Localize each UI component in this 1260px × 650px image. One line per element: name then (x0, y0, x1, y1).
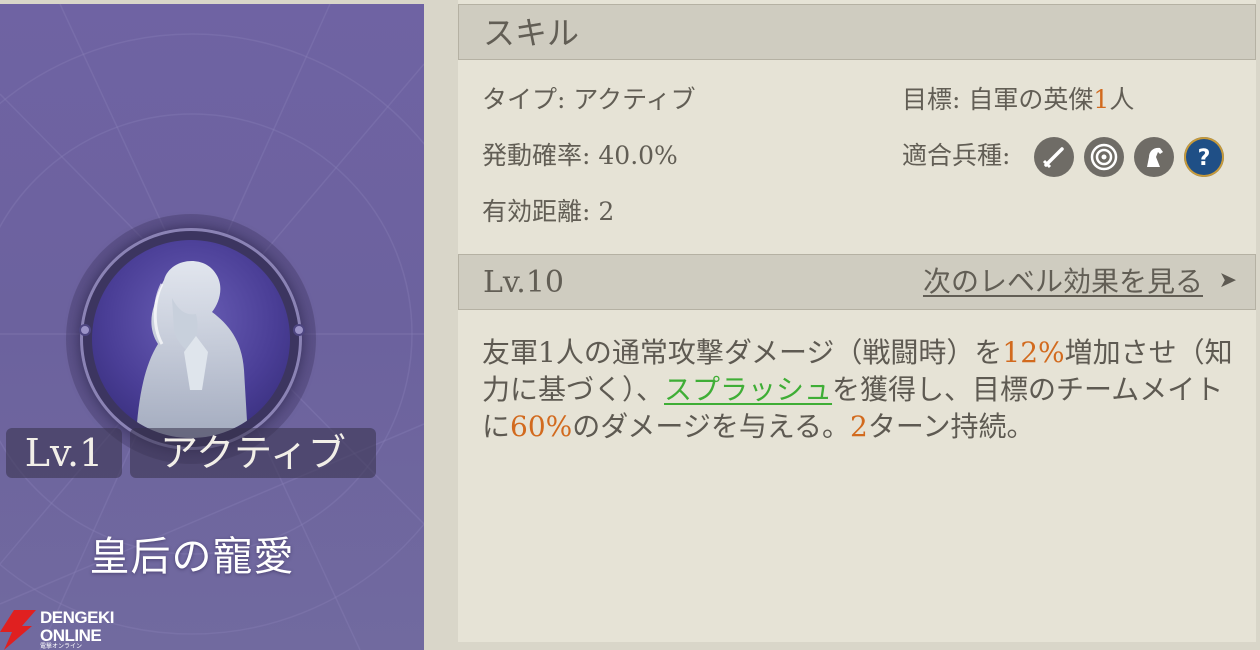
stat-target-value: 自軍の英傑1人 (968, 85, 1135, 114)
chevron-right-icon[interactable]: ➤ (1219, 268, 1237, 293)
logo-text-kana: 電撃オンライン (40, 644, 83, 650)
duration-turns-value: 2 (850, 410, 868, 443)
splash-keyword-link[interactable]: スプラッシュ (664, 373, 832, 406)
emblem-ornament-left (79, 324, 91, 336)
target-icon[interactable] (1084, 137, 1124, 177)
logo-text-dengeki: DENGEKI (40, 608, 114, 627)
stat-effective-range: 有効距離: 2 (482, 196, 614, 228)
level-effect-title: Lv.10 (483, 265, 565, 300)
skill-level-badge: Lv.1 (6, 428, 122, 478)
skill-emblem (92, 240, 290, 438)
stat-target-label: 目標: (902, 85, 961, 114)
skill-name: 皇后の寵愛 (89, 534, 295, 580)
lightning-bolt-icon (0, 610, 36, 650)
skill-card: Lv.1 アクティブ 皇后の寵愛 (0, 4, 424, 650)
praying-figure-icon (136, 261, 248, 438)
stat-type: タイプ: アクティブ (482, 84, 696, 116)
logo-text-online: ONLINE (40, 626, 102, 645)
skill-section-header: スキル (458, 4, 1256, 60)
splash-damage-value: 60% (510, 410, 573, 443)
stat-type-label: タイプ: (482, 85, 566, 114)
damage-bonus-value: 12% (1002, 336, 1065, 369)
sword-icon[interactable] (1034, 137, 1074, 177)
stat-compatible-units: 適合兵種: (902, 140, 1010, 172)
stat-type-value: アクティブ (573, 85, 696, 114)
stat-units-label: 適合兵種: (902, 141, 1011, 170)
stat-range-value: 2 (598, 197, 615, 226)
stat-range-label: 有効距離: (482, 197, 591, 226)
skill-section-title: スキル (483, 14, 580, 52)
emblem-ornament-right (293, 324, 305, 336)
question-icon[interactable]: ? (1184, 137, 1224, 177)
stat-target: 目標: 自軍の英傑1人 (902, 84, 1134, 116)
svg-text:?: ? (1198, 146, 1211, 171)
skill-type-badge: アクティブ (130, 428, 376, 478)
horse-icon[interactable] (1134, 137, 1174, 177)
skill-description: 友軍1人の通常攻撃ダメージ（戦闘時）を12%増加させ（知力に基づく）、スプラッシ… (482, 336, 1233, 443)
stat-rate-label: 発動確率: (482, 141, 591, 170)
level-effect-header: Lv.10 次のレベル効果を見る ➤ (458, 254, 1256, 310)
dengeki-online-logo: DENGEKI ONLINE 電撃オンライン (0, 606, 130, 650)
next-level-effect-link[interactable]: 次のレベル効果を見る (923, 265, 1203, 299)
target-count: 1 (1093, 85, 1110, 114)
stat-rate-value: 40.0% (598, 141, 678, 170)
stat-activation-rate: 発動確率: 40.0% (482, 140, 678, 172)
